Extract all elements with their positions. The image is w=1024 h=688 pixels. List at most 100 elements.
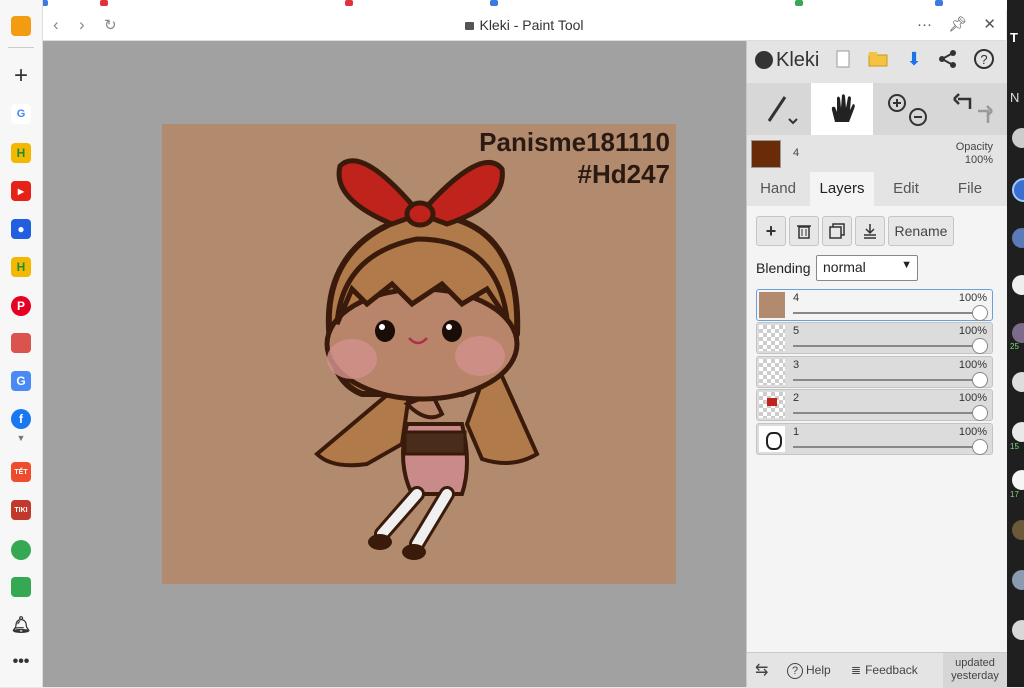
google-icon[interactable]: G bbox=[11, 104, 31, 124]
more-icon[interactable]: ••• bbox=[11, 652, 31, 672]
layer-row[interactable]: 2 100% bbox=[756, 389, 993, 421]
layer-opacity-slider[interactable] bbox=[972, 338, 988, 354]
add-layer-button[interactable]: + bbox=[756, 216, 786, 246]
chat-sidebar-strip: T N 25 15 17 bbox=[1007, 0, 1024, 687]
brush-size-value: 4 bbox=[793, 147, 800, 159]
shield-app-icon[interactable] bbox=[11, 333, 31, 353]
blending-select[interactable]: normal ▼ bbox=[816, 255, 918, 281]
panel-bottom-bar: ⇆ ? Help ≣ Feedback updated yesterday bbox=[747, 652, 1007, 688]
avatar[interactable] bbox=[1012, 275, 1024, 295]
avatar[interactable] bbox=[1012, 128, 1024, 148]
pin-icon[interactable]: 📌︎ bbox=[948, 16, 967, 33]
browser-title-bar: ‹ › ↻ Kleki - Paint Tool ··· 📌︎ ✕ bbox=[43, 10, 1006, 41]
browser-sidebar: + G H ▶ ● H P G f ▼ TẾT TIKI 🔔︎ ••• bbox=[0, 0, 43, 687]
new-file-icon[interactable] bbox=[831, 47, 855, 71]
duplicate-layer-button[interactable] bbox=[822, 216, 852, 246]
layer-row[interactable]: 4 100% bbox=[756, 289, 993, 321]
close-icon[interactable]: ✕ bbox=[983, 16, 996, 33]
layer-thumbnail bbox=[759, 325, 785, 351]
canvas-area[interactable]: Panisme181110 #Hd247 bbox=[43, 41, 746, 687]
avatar[interactable] bbox=[1012, 620, 1024, 640]
help-circle-icon[interactable]: ? bbox=[972, 47, 996, 71]
color-row: 4 Opacity 100% bbox=[747, 137, 1007, 173]
layer-row[interactable]: 3 100% bbox=[756, 356, 993, 388]
undo-redo-button[interactable] bbox=[941, 83, 1005, 135]
layer-row[interactable]: 1 100% bbox=[756, 423, 993, 455]
undo-redo-icon bbox=[953, 93, 993, 123]
opacity-readout[interactable]: Opacity 100% bbox=[956, 141, 993, 167]
kleki-side-panel: Kleki ⬇ ? 4 Opacity 100% Hand Layers Edi… bbox=[746, 41, 1007, 688]
hand-tool-button[interactable] bbox=[811, 83, 873, 135]
help-button[interactable]: ? Help bbox=[787, 663, 831, 679]
open-folder-icon[interactable] bbox=[866, 47, 890, 71]
layer-opacity-slider[interactable] bbox=[972, 372, 988, 388]
brush-tool-button[interactable] bbox=[747, 83, 811, 135]
translate-icon[interactable]: G bbox=[11, 371, 31, 391]
shopee-tet-icon[interactable]: TẾT bbox=[11, 462, 31, 482]
facebook-icon[interactable]: f bbox=[11, 409, 31, 429]
layer-opacity-track[interactable] bbox=[793, 412, 980, 414]
avatar[interactable] bbox=[1012, 178, 1024, 202]
h-app-icon-2[interactable]: H bbox=[11, 257, 31, 277]
layer-row[interactable]: 5 100% bbox=[756, 322, 993, 354]
primary-color-swatch[interactable] bbox=[751, 140, 781, 168]
layer-thumbnail bbox=[759, 392, 785, 418]
layer-opacity-slider[interactable] bbox=[972, 305, 988, 321]
tab-file[interactable]: File bbox=[939, 172, 1001, 206]
share-icon[interactable] bbox=[936, 47, 960, 71]
avatar[interactable] bbox=[1012, 520, 1024, 540]
download-icon[interactable]: ⬇ bbox=[902, 47, 926, 71]
avatar[interactable] bbox=[1012, 372, 1024, 392]
rename-layer-button[interactable]: Rename bbox=[888, 216, 954, 246]
avatar[interactable] bbox=[1012, 228, 1024, 248]
avatar[interactable] bbox=[1012, 422, 1024, 442]
kleki-logo-icon bbox=[755, 51, 773, 69]
chevron-down-icon[interactable]: ▼ bbox=[11, 432, 31, 444]
zoom-tool-button[interactable] bbox=[875, 83, 939, 135]
bell-icon[interactable]: 🔔︎ bbox=[11, 615, 31, 635]
updated-badge[interactable]: updated yesterday bbox=[943, 653, 1007, 688]
feedback-button[interactable]: ≣ Feedback bbox=[851, 663, 918, 677]
swap-sides-icon[interactable]: ⇆ bbox=[755, 660, 768, 680]
layer-opacity-track[interactable] bbox=[793, 379, 980, 381]
duplicate-icon bbox=[829, 223, 845, 239]
add-icon[interactable]: + bbox=[11, 62, 31, 89]
kleki-brand: Kleki bbox=[755, 45, 819, 75]
lock-icon bbox=[465, 22, 475, 30]
maps-icon[interactable] bbox=[11, 540, 31, 560]
pinterest-icon[interactable]: P bbox=[11, 296, 31, 316]
shopping-bag-icon[interactable] bbox=[11, 16, 31, 36]
tab-layers[interactable]: Layers bbox=[810, 172, 874, 206]
avatar[interactable] bbox=[1012, 470, 1024, 490]
zoom-in-out-icon bbox=[888, 94, 927, 126]
strip-badge: 15 bbox=[1010, 442, 1019, 451]
merge-down-button[interactable] bbox=[855, 216, 885, 246]
layer-opacity-slider[interactable] bbox=[972, 439, 988, 455]
layer-thumbnail bbox=[759, 359, 785, 385]
calendar-app-icon[interactable] bbox=[11, 577, 31, 597]
delete-layer-button[interactable] bbox=[789, 216, 819, 246]
more-options-icon[interactable]: ··· bbox=[917, 16, 932, 33]
layer-opacity-slider[interactable] bbox=[972, 405, 988, 421]
tab-hand[interactable]: Hand bbox=[747, 172, 809, 206]
youtube-icon[interactable]: ▶ bbox=[11, 181, 31, 201]
chevron-down-icon: ▼ bbox=[901, 259, 912, 271]
avatar[interactable] bbox=[1012, 323, 1024, 343]
feedback-icon: ≣ bbox=[851, 663, 862, 677]
tab-edit[interactable]: Edit bbox=[877, 172, 935, 206]
browser-top-strip bbox=[0, 0, 1024, 10]
strip-badge: 17 bbox=[1010, 490, 1019, 499]
layer-opacity-track[interactable] bbox=[793, 312, 980, 314]
drawing-canvas[interactable]: Panisme181110 #Hd247 bbox=[162, 124, 676, 584]
panel-tabs: Hand Layers Edit File bbox=[747, 172, 1007, 206]
browser-app-icon[interactable]: ● bbox=[11, 219, 31, 239]
layer-opacity-track[interactable] bbox=[793, 345, 980, 347]
avatar[interactable] bbox=[1012, 570, 1024, 590]
h-app-icon[interactable]: H bbox=[11, 143, 31, 163]
window-title: Kleki - Paint Tool bbox=[43, 17, 1006, 33]
tiki-tet-icon[interactable]: TIKI bbox=[11, 500, 31, 520]
merge-down-icon bbox=[864, 224, 876, 239]
layer-opacity-track[interactable] bbox=[793, 446, 980, 448]
layers-panel: + Rename Blending normal ▼ 4 100% 5 100%… bbox=[747, 206, 1007, 652]
watermark-line-1: Panisme181110 bbox=[479, 127, 670, 157]
